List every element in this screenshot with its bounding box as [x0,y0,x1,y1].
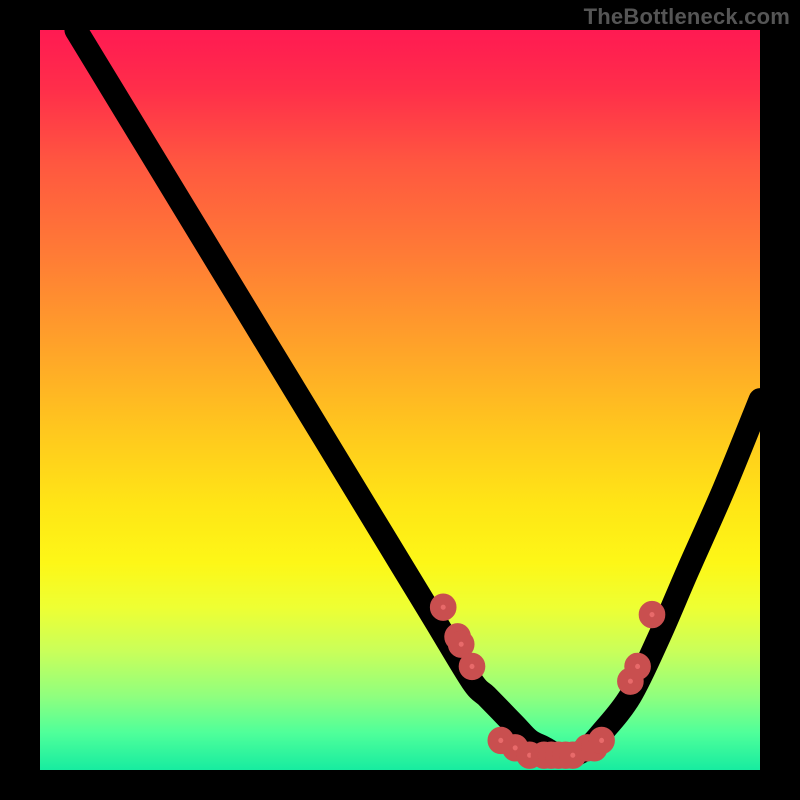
curve-layer [40,30,760,770]
chart-frame: TheBottleneck.com [0,0,800,800]
watermark-text: TheBottleneck.com [584,4,790,30]
marker-dot [594,732,610,748]
marker-dot [630,658,646,674]
marker-dot [435,599,451,615]
plot-area [40,30,760,770]
marker-dot [453,636,469,652]
marker-dot [464,658,480,674]
bottleneck-curve [76,30,760,756]
marker-dot [644,606,660,622]
